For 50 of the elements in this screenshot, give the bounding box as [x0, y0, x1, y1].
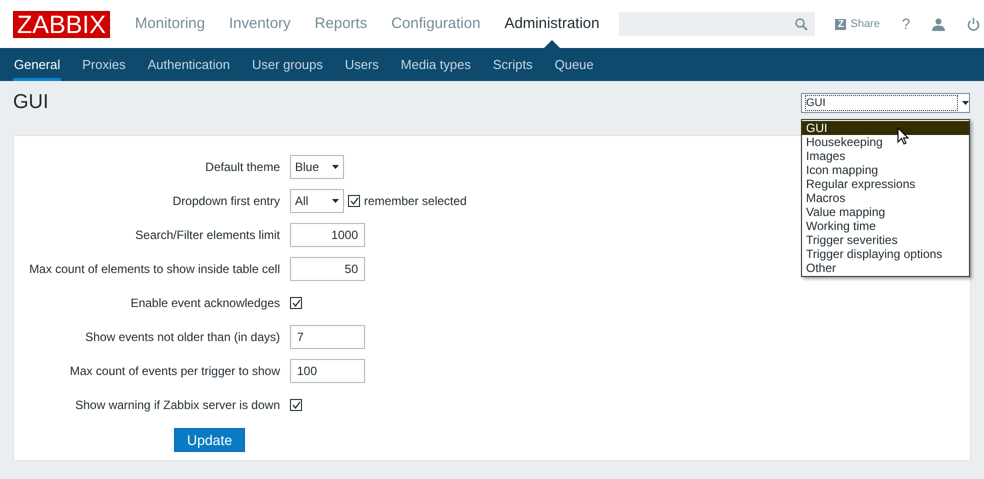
dropdown-option[interactable]: Housekeeping — [802, 135, 969, 149]
field-label: Max count of elements to show inside table cell — [28, 262, 280, 276]
dropdown-option[interactable]: Images — [802, 149, 969, 163]
dropdown-option[interactable]: Working time — [802, 219, 969, 233]
dropdown-option[interactable]: Macros — [802, 191, 969, 205]
field-label: Enable event acknowledges — [130, 296, 280, 310]
dropdown[interactable]: Blue — [290, 155, 344, 179]
field-label: Default theme — [204, 160, 280, 174]
dropdown-option[interactable]: Trigger displaying options — [802, 247, 969, 261]
dropdown[interactable]: All — [290, 189, 344, 213]
page-title: GUI — [13, 91, 49, 114]
dropdown-option[interactable]: Value mapping — [802, 205, 969, 219]
page-dropdown[interactable]: GUI — [801, 92, 970, 112]
caret-icon — [962, 100, 969, 104]
dropdown-option[interactable]: GUI — [802, 121, 969, 135]
dropdown-option[interactable]: Icon mapping — [802, 163, 969, 177]
input-field[interactable]: 1000 — [290, 223, 365, 247]
input-field[interactable]: 100 — [290, 359, 365, 383]
field-label: Show events not older than (in days) — [84, 330, 280, 344]
nav-tab[interactable]: General — [3, 48, 72, 81]
caret-icon — [332, 165, 339, 169]
update-button[interactable]: Update — [174, 428, 246, 452]
user-icon[interactable] — [932, 18, 946, 30]
nav-tab[interactable]: Scripts — [482, 48, 544, 81]
checkbox[interactable] — [348, 195, 360, 207]
checkbox[interactable] — [290, 399, 302, 411]
search-icon[interactable] — [795, 18, 808, 30]
nav-tab[interactable]: Media types — [390, 48, 482, 81]
menu-item[interactable]: Administration — [492, 0, 612, 48]
nav-tab[interactable]: Authentication — [136, 48, 242, 81]
input-field[interactable]: 7 — [290, 325, 365, 349]
dropdown-option[interactable]: Regular expressions — [802, 177, 969, 191]
dropdown-option[interactable]: Other — [802, 261, 969, 275]
dropdown-option[interactable]: Trigger severities — [802, 233, 969, 247]
search-field[interactable] — [619, 12, 816, 36]
field-label: Dropdown first entry — [172, 194, 280, 208]
logo[interactable]: ZABBIX — [13, 10, 110, 38]
input-field[interactable]: 50 — [290, 257, 365, 281]
power-icon[interactable] — [967, 18, 980, 30]
caret-icon — [332, 199, 339, 203]
nav-tab[interactable]: User groups — [241, 48, 334, 81]
checkbox-label: remember selected — [364, 194, 467, 208]
field-label: Show warning if Zabbix server is down — [74, 398, 280, 412]
checkbox[interactable] — [290, 297, 302, 309]
nav-tab[interactable]: Users — [334, 48, 390, 81]
cursor-icon — [897, 127, 909, 145]
field-label: Max count of events per trigger to show — [68, 364, 280, 378]
nav-tab[interactable]: Proxies — [71, 48, 137, 81]
field-label: Search/Filter elements limit — [134, 228, 280, 242]
nav-tab[interactable]: Queue — [544, 48, 605, 81]
